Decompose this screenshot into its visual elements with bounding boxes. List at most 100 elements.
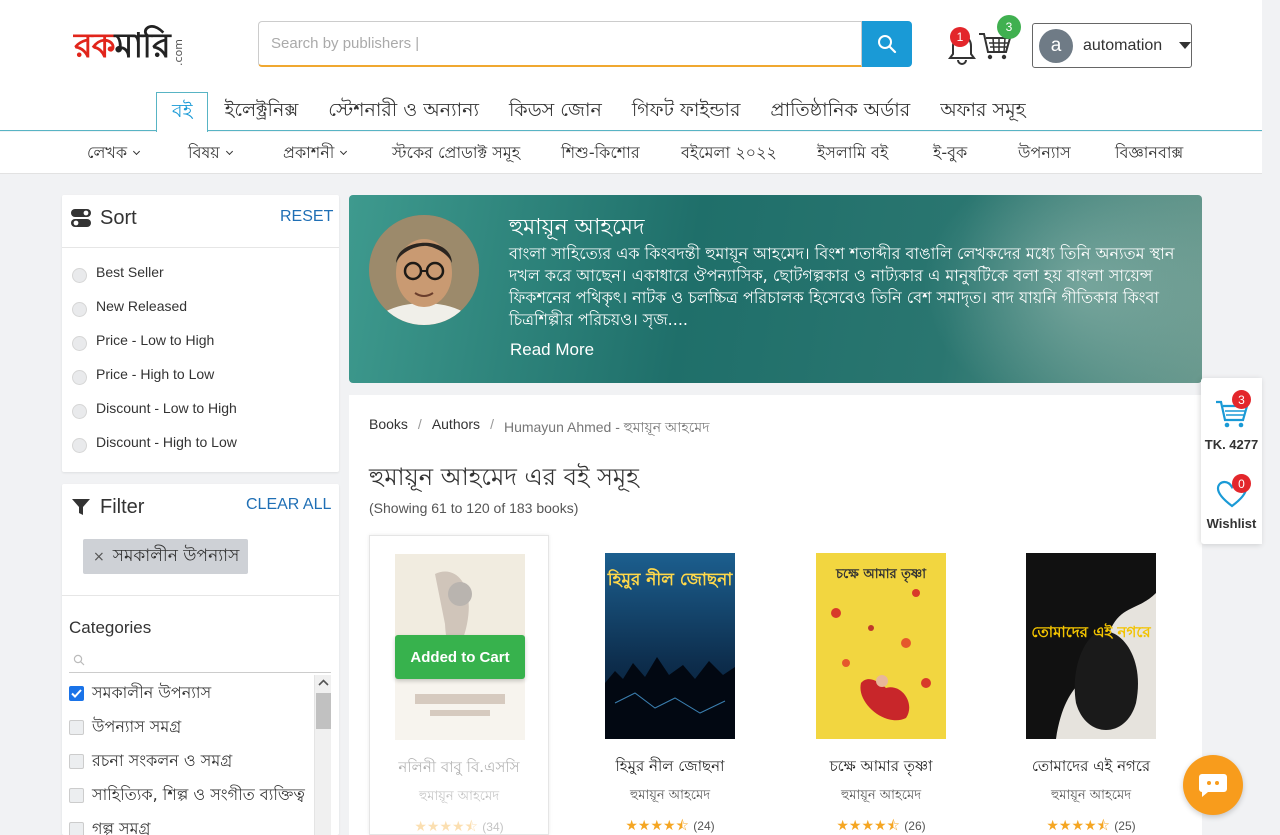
- filter-clear-all-link[interactable]: CLEAR ALL: [246, 496, 331, 514]
- checkbox[interactable]: [69, 788, 84, 803]
- category-item[interactable]: রচনা সংকলন ও সমগ্র: [69, 748, 232, 775]
- book-card[interactable]: চক্ষে আমার তৃষ্ণা চক্ষে আমার তৃষ্ণা হুমা…: [791, 535, 971, 835]
- search-button[interactable]: [862, 21, 912, 67]
- category-scrollbar[interactable]: [314, 675, 331, 835]
- active-filter-chip[interactable]: × সমকালীন উপন্যাস: [83, 539, 248, 574]
- header-cart-button[interactable]: 3: [977, 15, 1021, 62]
- category-item[interactable]: সমকালীন উপন্যাস: [69, 680, 211, 707]
- book-title[interactable]: হিমুর নীল জোছনা: [580, 755, 760, 780]
- breadcrumb-separator: /: [490, 416, 494, 432]
- check-icon: [71, 689, 82, 698]
- book-sub-navigation: লেখক বিষয় প্রকাশনী স্টকের প্রোডাক্ট সমূ…: [0, 132, 1262, 174]
- subnav-novel[interactable]: উপন্যাস: [1018, 132, 1071, 174]
- sort-option-best-seller[interactable]: Best Seller: [72, 262, 164, 283]
- subnav-in-stock[interactable]: স্টকের প্রোডাক্ট সমূহ: [392, 132, 520, 174]
- subnav-publisher[interactable]: প্রকাশনী: [283, 132, 348, 174]
- category-item[interactable]: গল্প সমগ্র: [69, 816, 150, 835]
- chevron-down-icon: [225, 147, 233, 155]
- checkbox-checked[interactable]: [69, 686, 84, 701]
- main-category-tabs: বই ইলেক্ট্রনিক্স স্টেশনারী ও অন্যান্য কি…: [156, 91, 1042, 133]
- sort-reset-link[interactable]: RESET: [280, 208, 333, 226]
- author-bio: বাংলা সাহিত্যের এক কিংবদন্তী হুমায়ূন আহ…: [509, 244, 1175, 329]
- floating-cart-button[interactable]: 3 TK. 4277: [1201, 390, 1262, 462]
- sort-option-discount-high-low[interactable]: Discount - High to Low: [72, 432, 237, 453]
- breadcrumb: Books / Authors / Humayun Ahmed - হুমায়ূন…: [369, 416, 710, 440]
- book-author[interactable]: হুমায়ূন আহমেদ: [580, 786, 760, 807]
- review-count: (26): [904, 819, 926, 833]
- star-rating-icons: ★★★★⯪: [414, 819, 478, 835]
- subnav-children[interactable]: শিশু-কিশোর: [561, 132, 640, 174]
- book-author[interactable]: হুমায়ূন আহমেদ: [1001, 786, 1181, 807]
- subnav-islamic[interactable]: ইসলামি বই: [817, 132, 888, 174]
- checkbox[interactable]: [69, 754, 84, 769]
- tab-kids-zone[interactable]: কিডস জোন: [495, 92, 616, 132]
- tab-stationery[interactable]: স্টেশনারী ও অন্যান্য: [314, 92, 493, 132]
- tab-gift-finder[interactable]: গিফট ফাইন্ডার: [618, 92, 755, 132]
- book-card[interactable]: নলিনী বাবু বি.এসসি হুমায়ূন আহমেদ ★★★★⯪ …: [369, 535, 549, 835]
- tab-institutional-order[interactable]: প্রাতিষ্ঠানিক অর্ডার: [756, 92, 924, 132]
- subnav-publisher-label: প্রকাশনী: [283, 142, 335, 162]
- book-title[interactable]: চক্ষে আমার তৃষ্ণা: [791, 755, 971, 780]
- category-item[interactable]: সাহিত্যিক, শিল্প ও সংগীত ব্যক্তিত্ব: [69, 782, 305, 809]
- sort-option-price-low-high[interactable]: Price - Low to High: [72, 330, 214, 351]
- sort-option-label: Price - High to Low: [96, 366, 215, 382]
- checkbox[interactable]: [69, 720, 84, 735]
- star-rating-icons: ★★★★⯪: [836, 818, 900, 834]
- category-label: গল্প সমগ্র: [92, 819, 151, 835]
- notification-button[interactable]: 1: [946, 27, 978, 65]
- star-rating-icons: ★★★★⯪: [625, 818, 689, 834]
- funnel-icon: [72, 499, 90, 515]
- radio-button[interactable]: [72, 301, 87, 317]
- book-card[interactable]: হিমুর নীল জোছনা হিমুর নীল জোছনা হুমায়ূন…: [580, 535, 760, 835]
- sort-option-discount-low-high[interactable]: Discount - Low to High: [72, 398, 237, 419]
- book-title[interactable]: নলিনী বাবু বি.এসসি: [370, 756, 548, 781]
- book-title[interactable]: তোমাদের এই নগরে: [1001, 755, 1181, 780]
- close-icon[interactable]: ×: [93, 549, 105, 565]
- tab-books[interactable]: বই: [156, 92, 209, 133]
- category-item[interactable]: উপন্যাস সমগ্র: [69, 714, 181, 741]
- search-bar: [258, 21, 912, 67]
- book-cover: তোমাদের এই নগরে: [1026, 553, 1156, 739]
- tab-offers[interactable]: অফার সমূহ: [926, 92, 1039, 132]
- breadcrumb-authors[interactable]: Authors: [432, 416, 480, 440]
- book-rating: ★★★★⯪ (26): [791, 815, 971, 835]
- radio-button[interactable]: [72, 403, 87, 419]
- subnav-writer[interactable]: লেখক: [87, 132, 141, 174]
- subnav-book-fair[interactable]: বইমেলা ২০২২: [681, 132, 777, 174]
- notification-count-badge: 1: [950, 27, 970, 47]
- search-box[interactable]: [258, 21, 862, 67]
- book-author[interactable]: হুমায়ূন আহমেদ: [370, 787, 548, 808]
- subnav-ebook[interactable]: ই-বুক: [933, 132, 967, 174]
- sort-option-price-high-low[interactable]: Price - High to Low: [72, 364, 215, 385]
- search-input[interactable]: [271, 35, 849, 52]
- read-more-link[interactable]: Read More: [510, 340, 594, 360]
- page-title: হুমায়ূন আহমেদ এর বই সমূহ: [369, 463, 639, 491]
- checkbox[interactable]: [69, 822, 84, 835]
- book-cover: চক্ষে আমার তৃষ্ণা: [816, 553, 946, 739]
- active-filter-label: সমকালীন উপন্যাস: [112, 545, 240, 566]
- book-author[interactable]: হুমায়ূন আহমেদ: [791, 786, 971, 807]
- account-dropdown[interactable]: a automation: [1032, 23, 1192, 68]
- category-search-field[interactable]: [69, 647, 331, 673]
- subnav-subject[interactable]: বিষয়: [188, 132, 233, 174]
- toggle-settings-icon: [71, 209, 91, 227]
- radio-button[interactable]: [72, 267, 87, 283]
- added-to-cart-button[interactable]: Added to Cart: [395, 635, 525, 679]
- wishlist-button[interactable]: 0 Wishlist: [1201, 474, 1262, 536]
- radio-button[interactable]: [72, 437, 87, 453]
- sort-panel: Sort RESET Best Seller New Released Pric…: [62, 195, 339, 472]
- tab-electronics[interactable]: ইলেক্ট্রনিক্স: [210, 92, 312, 132]
- breadcrumb-books[interactable]: Books: [369, 416, 408, 440]
- rokomari-logo[interactable]: রকমারি .com: [74, 22, 185, 66]
- book-card[interactable]: তোমাদের এই নগরে তোমাদের এই নগরে হুমায়ূন…: [1001, 535, 1181, 835]
- review-count: (34): [482, 820, 504, 834]
- scrollbar-thumb[interactable]: [316, 693, 331, 729]
- category-label: রচনা সংকলন ও সমগ্র: [92, 751, 233, 770]
- subnav-science-box[interactable]: বিজ্ঞানবাক্স: [1115, 132, 1183, 174]
- radio-button[interactable]: [72, 335, 87, 351]
- sort-option-new-released[interactable]: New Released: [72, 296, 187, 317]
- chevron-down-icon: [133, 147, 141, 155]
- chat-button[interactable]: [1183, 755, 1243, 815]
- filter-title: Filter: [100, 495, 145, 518]
- radio-button[interactable]: [72, 369, 87, 385]
